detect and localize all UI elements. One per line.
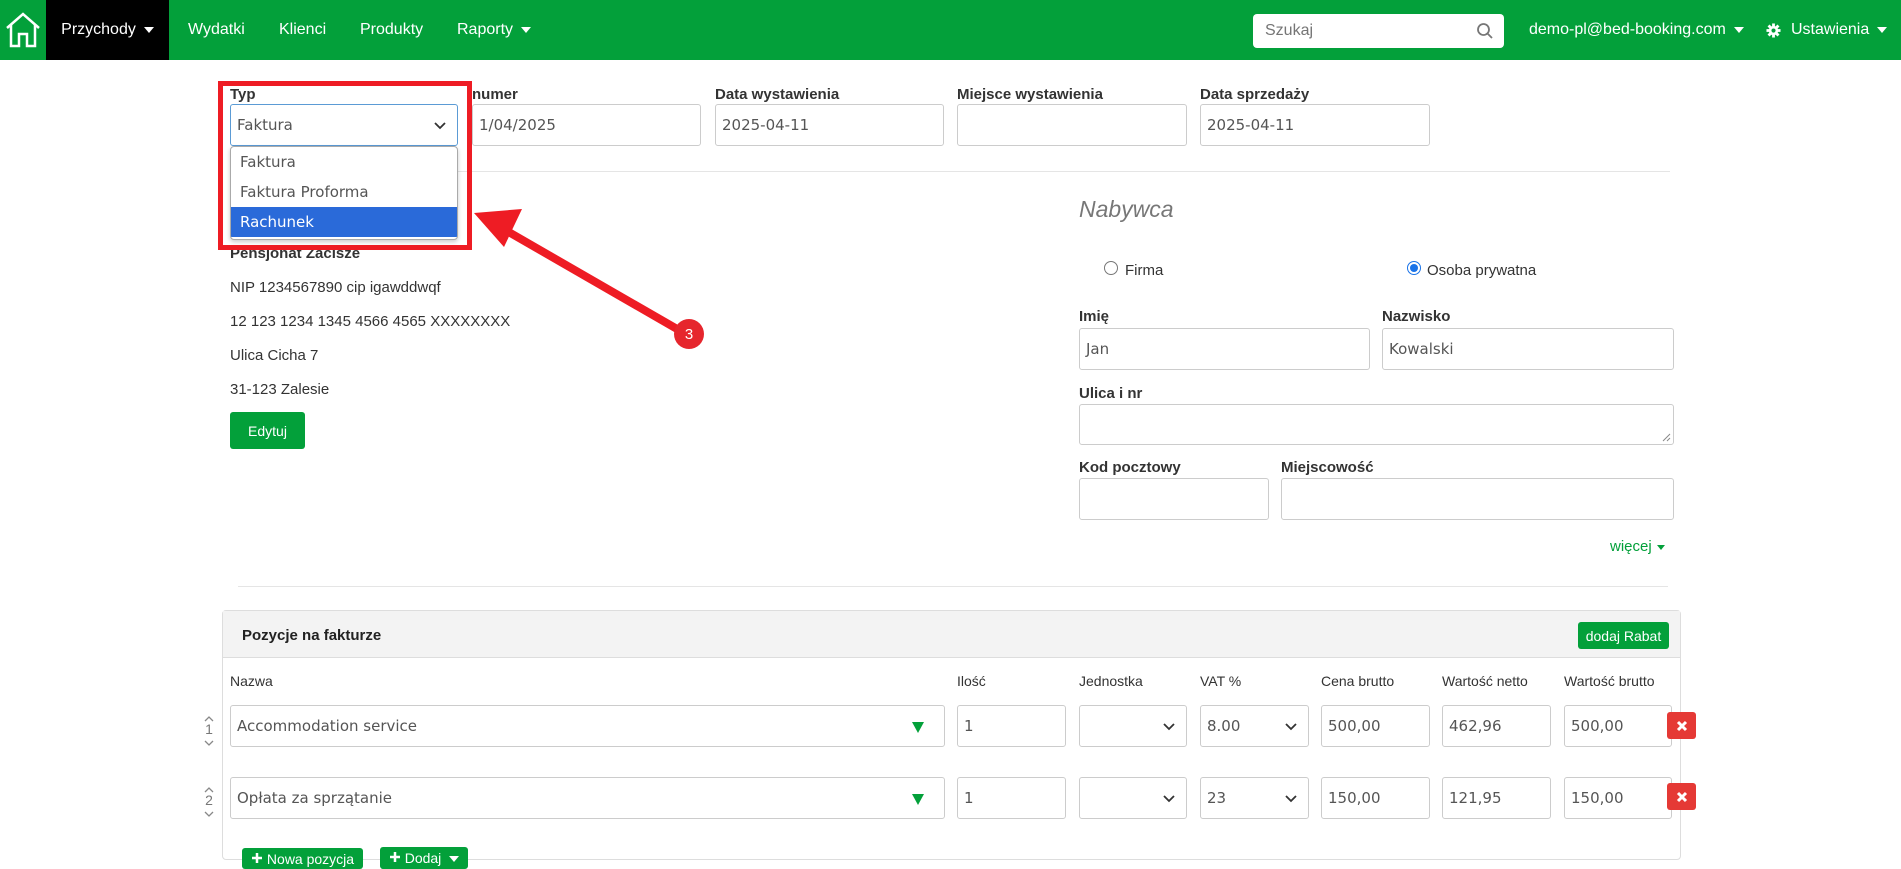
item-price-gross-input[interactable]: 150,00 [1321, 777, 1430, 819]
search-input[interactable] [1265, 22, 1465, 40]
items-panel-header [223, 611, 1680, 658]
caret-down-icon [1733, 27, 1744, 33]
item-qty-input[interactable]: 1 [957, 777, 1066, 819]
col-cena-brutto: Cena brutto [1321, 673, 1395, 689]
triangle-down-icon[interactable] [912, 794, 924, 805]
caret-down-icon [1877, 27, 1888, 33]
chevron-down-icon [1163, 795, 1175, 803]
search-icon[interactable] [1476, 22, 1494, 40]
home-icon [6, 12, 40, 48]
chevron-down-icon [204, 740, 214, 746]
add-discount-button[interactable]: dodaj Rabat [1578, 622, 1669, 649]
imie-label: Imię [1079, 308, 1110, 325]
items-panel-title: Pozycje na fakturze [242, 627, 382, 644]
item-vat-select[interactable]: 8.00 [1200, 705, 1309, 747]
annotation-arrow-icon [474, 209, 686, 337]
miejscowosc-input[interactable] [1281, 478, 1674, 520]
add-dropdown-button[interactable]: Dodaj [380, 847, 468, 869]
caret-down-icon [143, 27, 154, 33]
caret-down-icon [449, 856, 460, 862]
search-box [1253, 14, 1504, 48]
col-wartosc-netto: Wartość netto [1442, 673, 1528, 689]
seller-city: 31-123 Zalesie [230, 381, 330, 398]
col-ilosc: Ilość [957, 673, 986, 689]
item-name-input[interactable]: Opłata za sprzątanie [230, 777, 945, 819]
nazwisko-input[interactable]: Kowalski [1382, 328, 1674, 370]
top-navbar: Przychody Wydatki Klienci Produkty Rapor… [0, 0, 1901, 60]
buyer-heading: Nabywca [1079, 196, 1174, 222]
miejscowosc-label: Miejscowość [1281, 459, 1374, 476]
nav-przychody[interactable]: Przychody [46, 0, 169, 60]
item-value-gross-input[interactable]: 150,00 [1564, 777, 1672, 819]
nav-klienci[interactable]: Klienci [279, 0, 326, 60]
item-value-gross-input[interactable]: 500,00 [1564, 705, 1672, 747]
col-wartosc-brutto: Wartość brutto [1564, 673, 1655, 689]
kod-pocztowy-input[interactable] [1079, 478, 1269, 520]
radio-osoba-prywatna[interactable] [1407, 261, 1421, 275]
more-link[interactable]: więcej [1610, 538, 1665, 555]
item-qty-input[interactable]: 1 [957, 705, 1066, 747]
delete-row-button[interactable] [1667, 712, 1696, 739]
plus-icon [251, 853, 262, 863]
item-name-input[interactable]: Accommodation service [230, 705, 945, 747]
close-icon [1676, 791, 1687, 802]
radio-osoba-prywatna-label: Osoba prywatna [1427, 262, 1537, 279]
radio-firma-label: Firma [1125, 262, 1164, 279]
annotation-step-badge: 3 [674, 319, 704, 349]
col-jednostka: Jednostka [1079, 673, 1143, 689]
item-unit-select[interactable] [1079, 777, 1187, 819]
chevron-down-icon [1285, 795, 1297, 803]
col-vat: VAT % [1200, 673, 1242, 689]
data-sprzedazy-input[interactable]: 2025-04-11 [1200, 104, 1430, 146]
numer-label: numer [472, 86, 518, 103]
miejsce-wystawienia-input[interactable] [957, 104, 1187, 146]
col-nazwa: Nazwa [230, 673, 273, 689]
item-value-net-input[interactable]: 462,96 [1442, 705, 1551, 747]
nazwisko-label: Nazwisko [1382, 308, 1451, 325]
radio-firma[interactable] [1104, 261, 1118, 275]
settings-menu[interactable]: Ustawienia [1766, 0, 1888, 60]
home-button[interactable] [0, 0, 46, 60]
chevron-down-icon [1163, 723, 1175, 731]
divider [238, 586, 1668, 587]
seller-street: Ulica Cicha 7 [230, 347, 319, 364]
resize-handle-icon[interactable] [1661, 432, 1671, 442]
annotation-highlight-box [218, 81, 472, 250]
gear-icon [1766, 22, 1781, 38]
chevron-down-icon [1285, 723, 1297, 731]
item-value-net-input[interactable]: 121,95 [1442, 777, 1551, 819]
item-price-gross-input[interactable]: 500,00 [1321, 705, 1430, 747]
ulica-textarea[interactable] [1079, 404, 1674, 445]
nav-wydatki[interactable]: Wydatki [188, 0, 245, 60]
delete-row-button[interactable] [1667, 783, 1696, 810]
user-menu[interactable]: demo-pl@bed-booking.com [1529, 0, 1744, 60]
caret-down-icon [1656, 544, 1665, 550]
new-item-button[interactable]: Nowa pozycja [242, 848, 363, 869]
ulica-label: Ulica i nr [1079, 385, 1143, 402]
triangle-down-icon[interactable] [912, 722, 924, 733]
nav-raporty[interactable]: Raporty [457, 0, 532, 60]
data-sprzedazy-label: Data sprzedaży [1200, 86, 1310, 103]
chevron-down-icon [204, 811, 214, 817]
seller-nip: NIP 1234567890 cip igawddwqf [230, 279, 441, 296]
data-wystawienia-label: Data wystawienia [715, 86, 840, 103]
item-vat-select[interactable]: 23 [1200, 777, 1309, 819]
numer-input[interactable]: 1/04/2025 [472, 104, 701, 146]
row-drag-handle[interactable]: 2 [203, 782, 215, 818]
data-wystawienia-input[interactable]: 2025-04-11 [715, 104, 944, 146]
kod-pocztowy-label: Kod pocztowy [1079, 459, 1181, 476]
imie-input[interactable]: Jan [1079, 328, 1370, 370]
plus-icon [389, 852, 400, 862]
row-drag-handle[interactable]: 1 [203, 711, 215, 747]
nav-produkty[interactable]: Produkty [360, 0, 423, 60]
close-icon [1676, 720, 1687, 731]
item-unit-select[interactable] [1079, 705, 1187, 747]
miejsce-wystawienia-label: Miejsce wystawienia [957, 86, 1103, 103]
edit-seller-button[interactable]: Edytuj [230, 412, 305, 449]
caret-down-icon [521, 27, 532, 33]
